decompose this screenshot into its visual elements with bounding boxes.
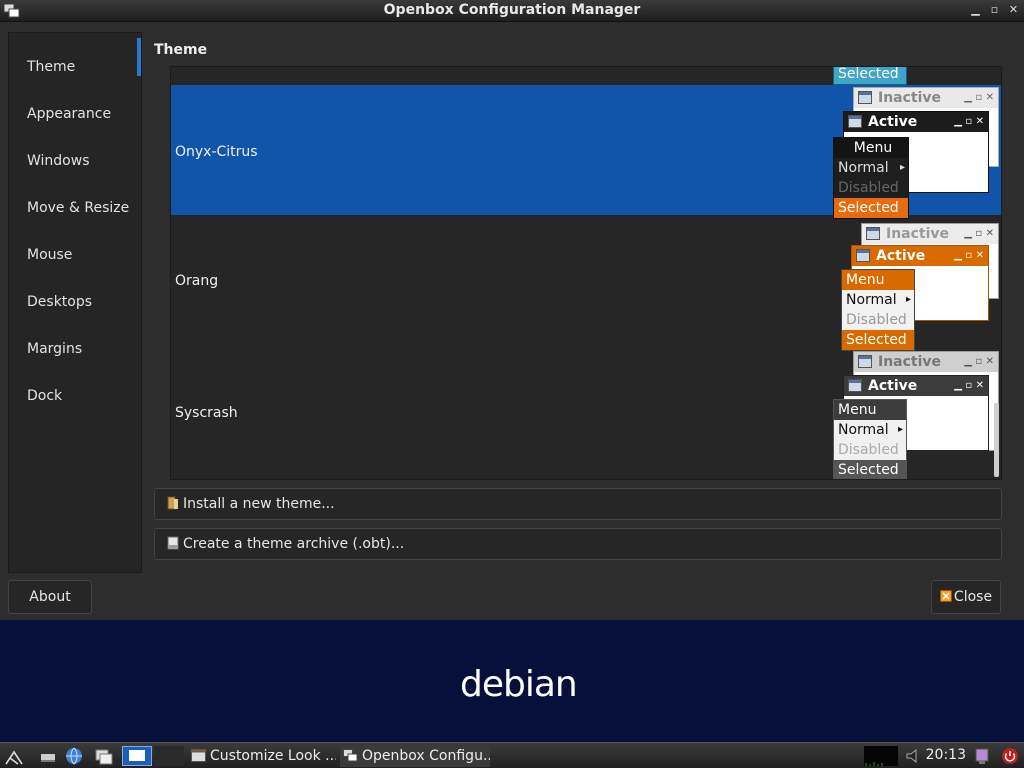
show-desktop-icon[interactable] [38,746,58,766]
preview-menu-label: Menu [842,270,914,290]
preview-disabled-label: Disabled [838,442,899,458]
workspace-2[interactable] [154,746,184,766]
window-icon [866,227,880,240]
preview-menu-label: Menu [834,138,908,158]
window-icon [858,91,872,104]
preview-selected-label: Selected [842,330,914,350]
sidebar-item-mouse[interactable]: Mouse [9,235,141,275]
preview-active-label: Active [868,114,918,130]
theme-name: Onyx-Citrus [175,144,258,160]
archive-icon [167,536,179,550]
theme-name: Orang [175,273,219,289]
preview-selected-label: Selected [834,460,906,479]
debian-logo: debian [460,664,578,705]
task-openbox-config[interactable]: Openbox Configu... [340,745,490,767]
install-theme-button[interactable]: Install a new theme... [154,488,1002,520]
power-icon[interactable] [1000,746,1020,766]
sidebar: Theme Appearance Windows Move & Resize M… [8,32,142,573]
volume-icon[interactable] [904,746,924,766]
config-window: Theme Appearance Windows Move & Resize M… [0,22,1024,620]
theme-row-syscrash[interactable]: Syscrash Inactive ▁ ▫ ✕ Active ▁ ▫ ✕ Menu … [171,349,1001,479]
openbox-app-icon [343,749,358,762]
preview-active-label: Active [868,378,918,394]
preview-disabled-label: Disabled [838,180,899,196]
theme-row-onyx-citrus[interactable]: Onyx-Citrus Inactive ▁ ▫ ✕ Active ▁ ▫ ✕ Me… [171,85,1001,219]
about-button[interactable]: About [8,580,92,614]
close-icon [939,590,952,602]
sidebar-item-theme[interactable]: Theme [9,47,141,87]
task-customize-look[interactable]: Customize Look ... [188,745,336,767]
window-icon [858,355,872,368]
preview-normal-label: Normal [834,420,906,440]
appearance-app-icon [191,749,206,762]
web-browser-icon[interactable] [64,746,84,766]
partial-selected-label: Selected [834,67,906,84]
sidebar-item-appearance[interactable]: Appearance [9,94,141,134]
theme-list[interactable]: Selected Onyx-Citrus Inactive ▁ ▫ ✕ Activ… [170,66,1002,480]
lock-screen-icon[interactable] [972,746,992,766]
sidebar-item-desktops[interactable]: Desktops [9,282,141,322]
theme-panel: Theme Selected Onyx-Citrus Inactive ▁ ▫ ✕… [142,32,1014,573]
preview-inactive-label: Inactive [886,226,950,242]
theme-list-scrollbar[interactable] [994,403,999,477]
selected-tab-indicator [137,38,141,76]
window-icon [848,379,862,392]
minimize-button[interactable]: ▁ [969,3,982,17]
install-icon [167,496,178,510]
file-manager-icon[interactable] [94,746,114,766]
create-archive-button[interactable]: Create a theme archive (.obt)... [154,528,1002,560]
workspace-window-icon [129,750,145,761]
preview-active-label: Active [876,248,926,264]
cpu-graph [865,762,883,766]
close-dialog-label: Close [953,589,993,605]
window-titlebar[interactable]: Openbox Configuration Manager ▁ ▫ ✕ [0,0,1024,22]
close-dialog-button[interactable]: Close [931,580,1001,614]
sidebar-item-dock[interactable]: Dock [9,376,141,416]
task-label: Openbox Configu... [362,748,490,764]
taskbar: Customize Look ... Openbox Configu... 20… [0,742,1024,768]
task-label: Customize Look ... [210,748,336,764]
start-menu-icon[interactable] [4,746,24,766]
preview-selected-label: Selected [834,198,908,218]
preview-inactive-label: Inactive [878,90,942,106]
theme-name: Syscrash [175,405,238,421]
close-button[interactable]: ✕ [1007,3,1020,17]
section-title: Theme [154,42,208,58]
maximize-button[interactable]: ▫ [988,3,1001,17]
sidebar-item-margins[interactable]: Margins [9,329,141,369]
preview-disabled-label: Disabled [846,312,907,328]
preview-menu-label: Menu [834,400,906,420]
install-theme-label: Install a new theme... [183,496,335,512]
window-icon [848,115,862,128]
sidebar-item-windows[interactable]: Windows [9,141,141,181]
theme-row-orang[interactable]: Orang Inactive ▁ ▫ ✕ Active ▁ ▫ ✕ Menu Nor… [171,217,1001,351]
preview-normal-label: Normal [842,290,914,310]
workspace-1[interactable] [122,746,152,766]
cpu-monitor [864,746,898,766]
preview-normal-label: Normal [834,158,908,178]
window-title: Openbox Configuration Manager [383,2,641,18]
window-icon [856,249,870,262]
preview-inactive-label: Inactive [878,354,942,370]
create-archive-label: Create a theme archive (.obt)... [183,536,405,552]
clock[interactable]: 20:13 [926,747,966,763]
sidebar-item-move-resize[interactable]: Move & Resize [9,188,141,228]
